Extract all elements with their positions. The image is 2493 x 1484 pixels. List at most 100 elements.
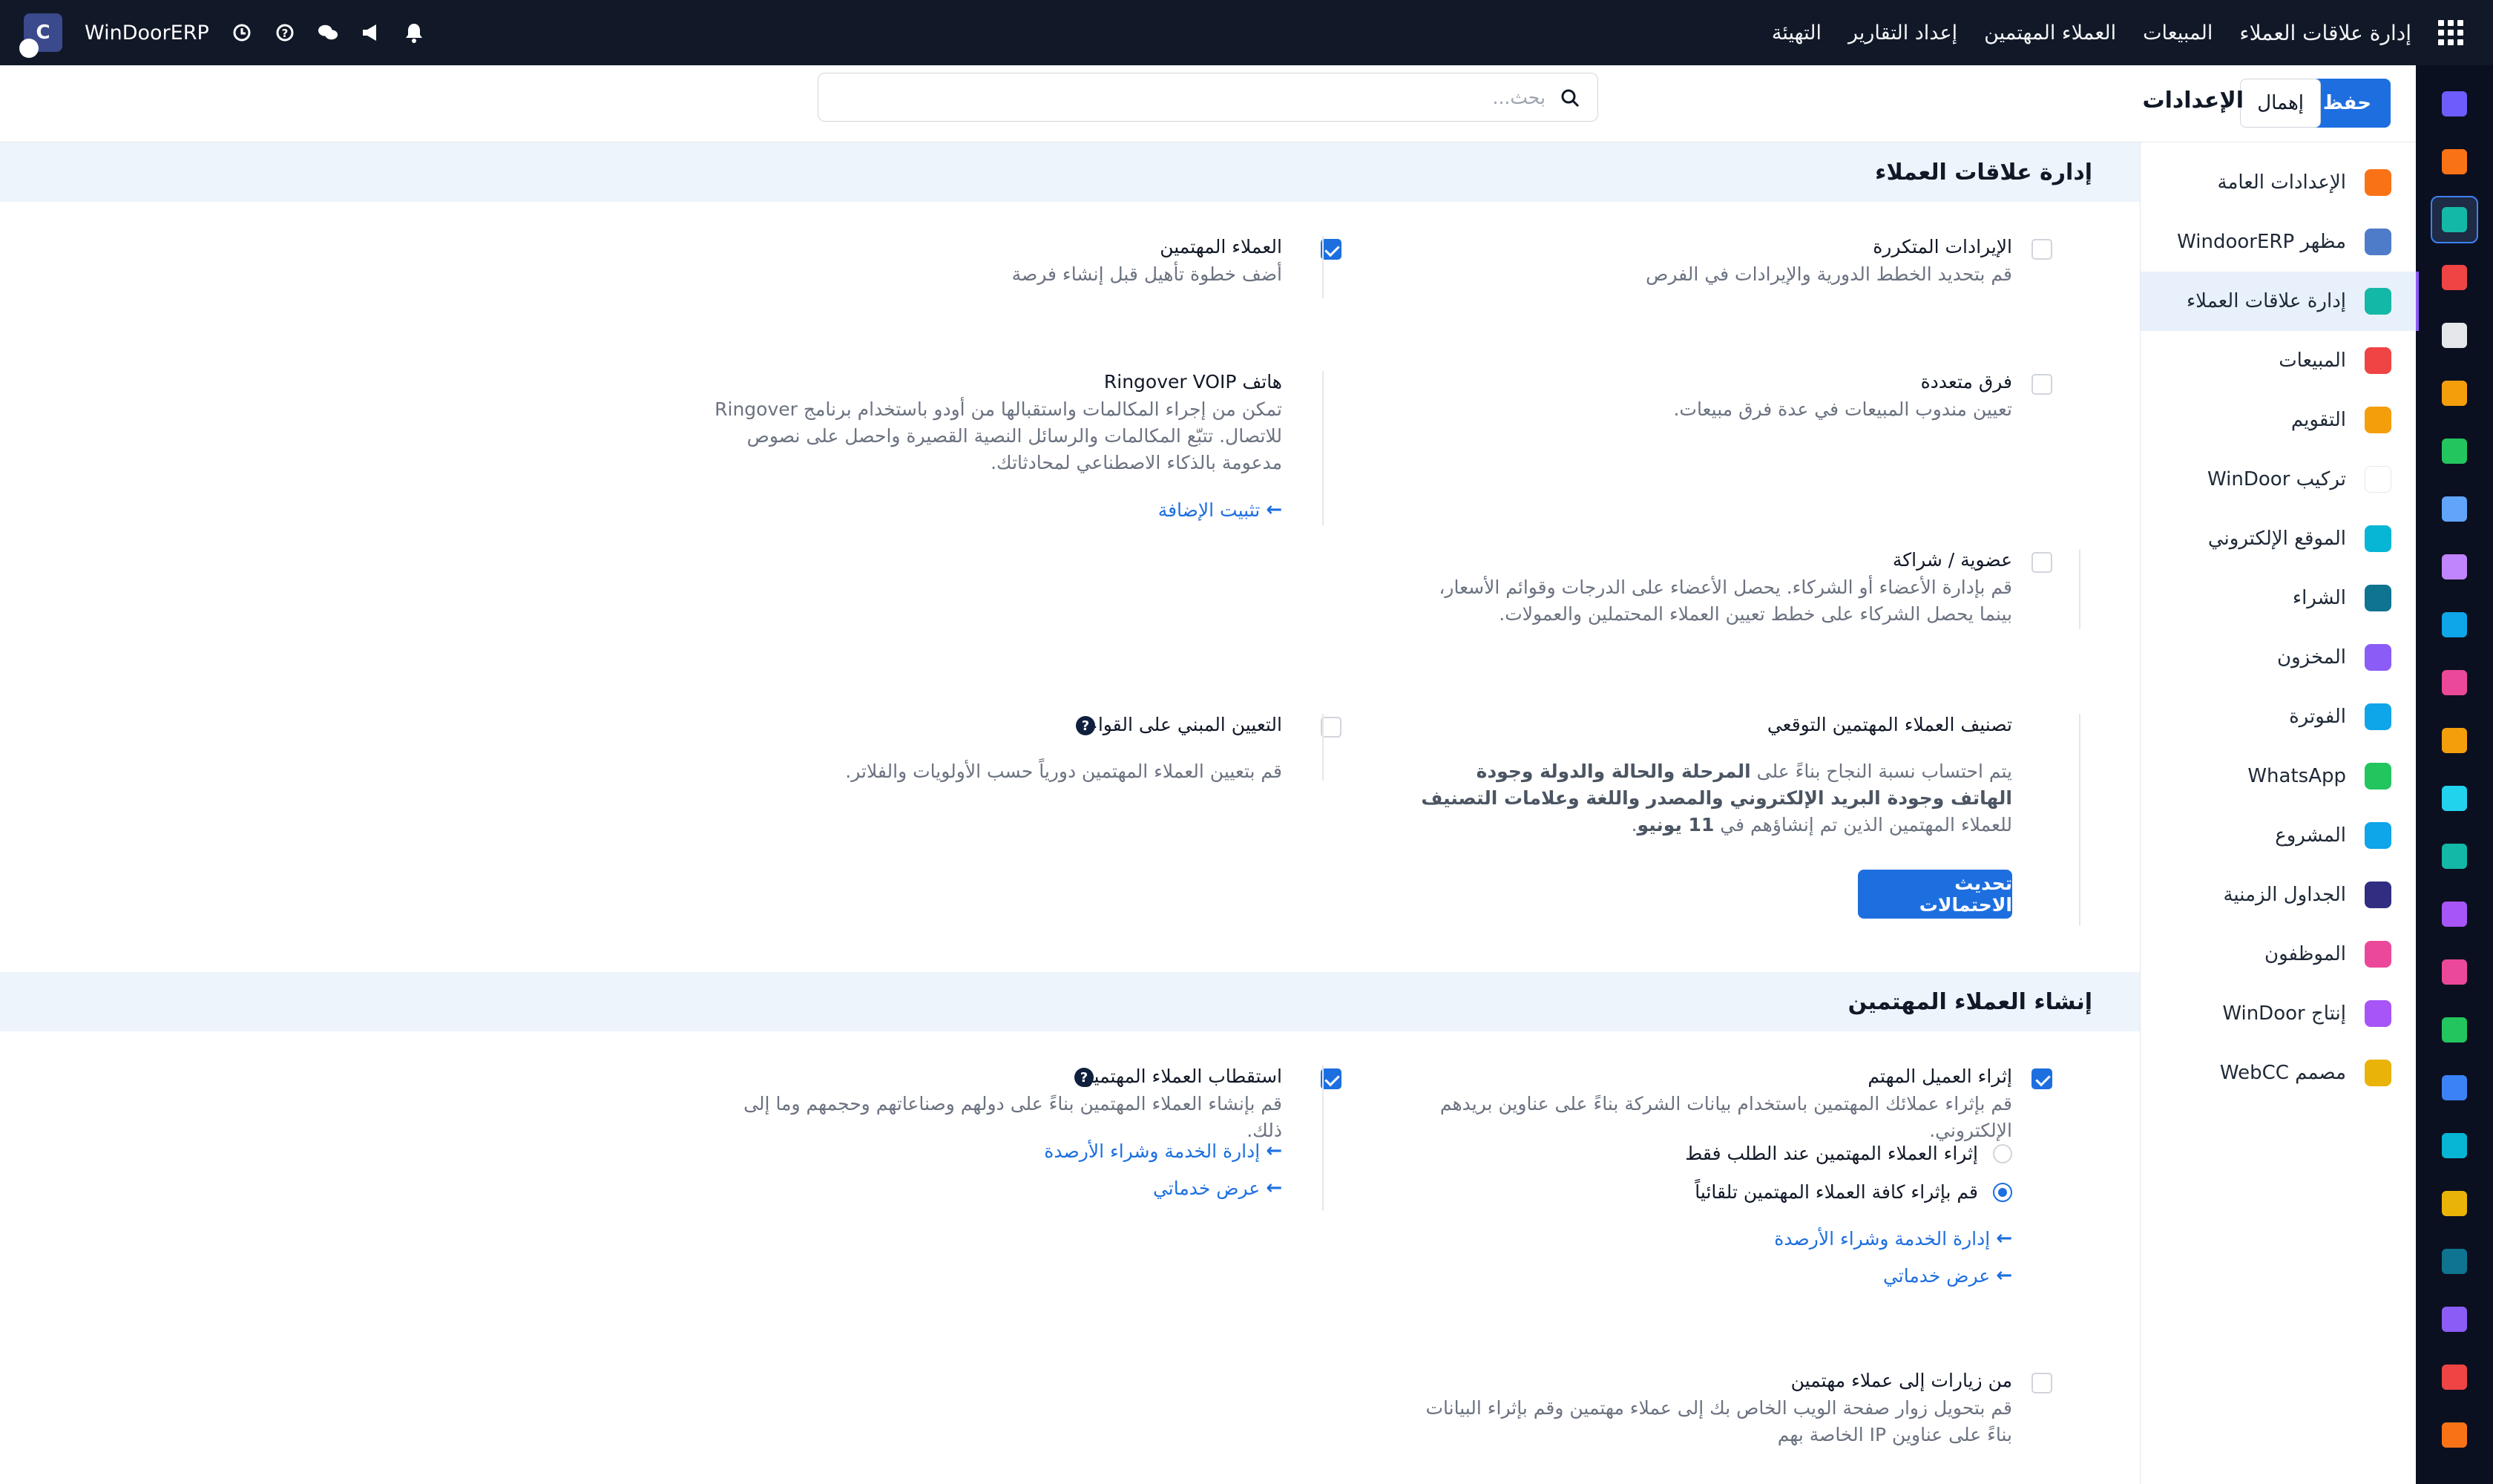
enrich-on-demand-radio[interactable] xyxy=(1993,1144,2012,1163)
multi-teams-desc: تعيين مندوب المبيعات في عدة فرق مبيعات. xyxy=(1673,398,2012,420)
sidebar-item-label: WhatsApp xyxy=(2247,765,2346,787)
sidebar-item[interactable]: الموظفون xyxy=(2141,925,2416,984)
setting-recurring-revenues: الإيرادات المتكررة قم بتحديد الخطط الدور… xyxy=(1365,236,2078,303)
rail-app-icon[interactable] xyxy=(2431,601,2478,649)
sidebar-item-label: التقويم xyxy=(2290,409,2346,431)
pls-desc-period: . xyxy=(1631,814,1638,835)
megaphone-icon[interactable] xyxy=(361,22,381,43)
rail-app-icon[interactable] xyxy=(2431,485,2478,533)
company-name[interactable]: WinDoorERP xyxy=(85,22,209,45)
rail-app-icon[interactable] xyxy=(2431,196,2478,243)
mining-services-link[interactable]: ← عرض خدماتي xyxy=(1153,1177,1282,1199)
search-box[interactable] xyxy=(818,73,1598,122)
sidebar-item[interactable]: إنتاج WinDoor xyxy=(2141,984,2416,1043)
sidebar-item-label: المشروع xyxy=(2275,824,2346,847)
rail-app-icon[interactable] xyxy=(2431,1353,2478,1401)
sidebar-item[interactable]: مصمم WebCC xyxy=(2141,1043,2416,1103)
mining-manage-link[interactable]: ← إدارة الخدمة وشراء الأرصدة xyxy=(1044,1140,1282,1162)
sidebar-item[interactable]: الشراء xyxy=(2141,568,2416,628)
discard-button[interactable]: إهمال xyxy=(2240,79,2321,128)
chat-icon[interactable] xyxy=(318,22,338,43)
rail-app-icon[interactable] xyxy=(2431,948,2478,996)
sidebar-item[interactable]: الفوترة xyxy=(2141,687,2416,746)
rail-app-icon[interactable] xyxy=(2431,427,2478,475)
sidebar-item[interactable]: إدارة علاقات العملاء xyxy=(2141,272,2419,331)
sidebar-item[interactable]: الجداول الزمنية xyxy=(2141,865,2416,925)
settings-sidebar: الإعدادات العامة مظهر WindoorERP إدارة علا… xyxy=(2140,142,2419,1484)
update-probabilities-button[interactable]: تحديث الاحتمالات xyxy=(1858,870,2012,919)
app-icon xyxy=(2362,761,2394,792)
search-input[interactable] xyxy=(833,73,1546,121)
rail-app-icon[interactable] xyxy=(2431,717,2478,764)
rail-app-icon[interactable] xyxy=(2431,775,2478,822)
search-icon[interactable] xyxy=(1559,87,1581,109)
enrich-services-link[interactable]: ← عرض خدماتي xyxy=(1883,1264,2012,1287)
rail-app-icon[interactable] xyxy=(2431,1238,2478,1285)
enrichment-checkbox[interactable] xyxy=(2031,1068,2052,1089)
sidebar-item[interactable]: المبيعات xyxy=(2141,331,2416,390)
rule-assignment-checkbox[interactable] xyxy=(1321,717,1341,738)
sidebar-item[interactable]: مظهر WindoorERP xyxy=(2141,212,2416,272)
company-avatar[interactable]: C xyxy=(19,13,62,58)
membership-desc: قم بإدارة الأعضاء أو الشركاء. يحصل الأعض… xyxy=(1439,577,2012,625)
app-icon xyxy=(2362,167,2394,198)
pls-divider xyxy=(2079,714,2080,926)
mining-manage-label: إدارة الخدمة وشراء الأرصدة xyxy=(1044,1140,1261,1162)
rail-app-icon[interactable] xyxy=(2431,138,2478,186)
help-circle-icon[interactable]: ? xyxy=(1074,1068,1094,1087)
sidebar-item-label: إدارة علاقات العملاء xyxy=(2186,290,2346,312)
membership-checkbox[interactable] xyxy=(2031,552,2052,573)
sidebar-item[interactable]: المشروع xyxy=(2141,806,2416,865)
nav-sales[interactable]: المبيعات xyxy=(2143,22,2213,45)
sidebar-item[interactable]: تركيب WinDoor xyxy=(2141,450,2416,509)
recurring-checkbox[interactable] xyxy=(2031,239,2052,260)
rail-app-icon[interactable] xyxy=(2431,833,2478,880)
nav-configuration[interactable]: التهيئة xyxy=(1772,22,1822,45)
nav-crm[interactable]: إدارة علاقات العملاء xyxy=(2239,21,2411,45)
leads-title: العملاء المهتمين xyxy=(1160,236,1282,257)
apps-grid-icon[interactable] xyxy=(2438,20,2463,45)
sidebar-item[interactable]: التقويم xyxy=(2141,390,2416,450)
enrich-services-label: عرض خدماتي xyxy=(1882,1264,1991,1287)
rail-app-icon[interactable] xyxy=(2431,1411,2478,1459)
rail-app-icon[interactable] xyxy=(2431,1296,2478,1343)
mining-title: استقطاب العملاء المهتمين xyxy=(1080,1066,1283,1087)
rail-app-icon[interactable] xyxy=(2431,543,2478,591)
mining-divider xyxy=(1322,1066,1324,1211)
clock-icon[interactable] xyxy=(231,22,252,43)
rail-app-icon[interactable] xyxy=(2431,1006,2478,1054)
voip-install-link[interactable]: ← تثبيت الإضافة xyxy=(1158,499,1282,521)
app-icon xyxy=(2362,226,2394,257)
rail-app-icon[interactable] xyxy=(2431,312,2478,359)
sidebar-item[interactable]: الإعدادات العامة xyxy=(2141,153,2416,212)
nav-leads[interactable]: العملاء المهتمين xyxy=(1984,22,2116,45)
enrich-auto-radio[interactable] xyxy=(1993,1183,2012,1202)
bell-icon[interactable] xyxy=(404,22,424,43)
rail-app-icon[interactable] xyxy=(2431,80,2478,128)
rail-app-icon[interactable] xyxy=(2431,659,2478,706)
enrich-manage-link[interactable]: ← إدارة الخدمة وشراء الأرصدة xyxy=(1774,1227,2012,1250)
multi-teams-checkbox[interactable] xyxy=(2031,374,2052,395)
sidebar-item[interactable]: WhatsApp xyxy=(2141,746,2416,806)
sidebar-item[interactable]: الموقع الإلكتروني xyxy=(2141,509,2416,568)
help-icon[interactable]: ? xyxy=(275,22,295,43)
rail-app-icon[interactable] xyxy=(2431,254,2478,301)
rail-app-icon[interactable] xyxy=(2431,1064,2478,1112)
membership-title: عضوية / شراكة xyxy=(1892,549,2012,571)
nav-reporting[interactable]: إعداد التقارير xyxy=(1848,22,1957,45)
rule-title: التعيين المبني على القواعد xyxy=(1077,714,1282,735)
rail-app-icon[interactable] xyxy=(2431,1122,2478,1169)
leads-checkbox[interactable] xyxy=(1321,239,1341,260)
app-icon xyxy=(2362,998,2394,1029)
enrich-on-demand-label: إثراء العملاء المهتمين عند الطلب فقط xyxy=(1685,1143,1978,1164)
lead-mining-checkbox[interactable] xyxy=(1321,1068,1341,1089)
visits-checkbox[interactable] xyxy=(2031,1373,2052,1393)
avatar-status-dot xyxy=(19,39,39,58)
help-circle-icon[interactable]: ? xyxy=(1076,716,1095,735)
rail-app-icon[interactable] xyxy=(2431,1180,2478,1227)
rail-app-icon[interactable] xyxy=(2431,890,2478,938)
rail-app-icon[interactable] xyxy=(2431,370,2478,417)
app-icon xyxy=(2362,582,2394,614)
sidebar-item[interactable]: المخزون xyxy=(2141,628,2416,687)
sidebar-item-label: مظهر WindoorERP xyxy=(2177,231,2346,253)
